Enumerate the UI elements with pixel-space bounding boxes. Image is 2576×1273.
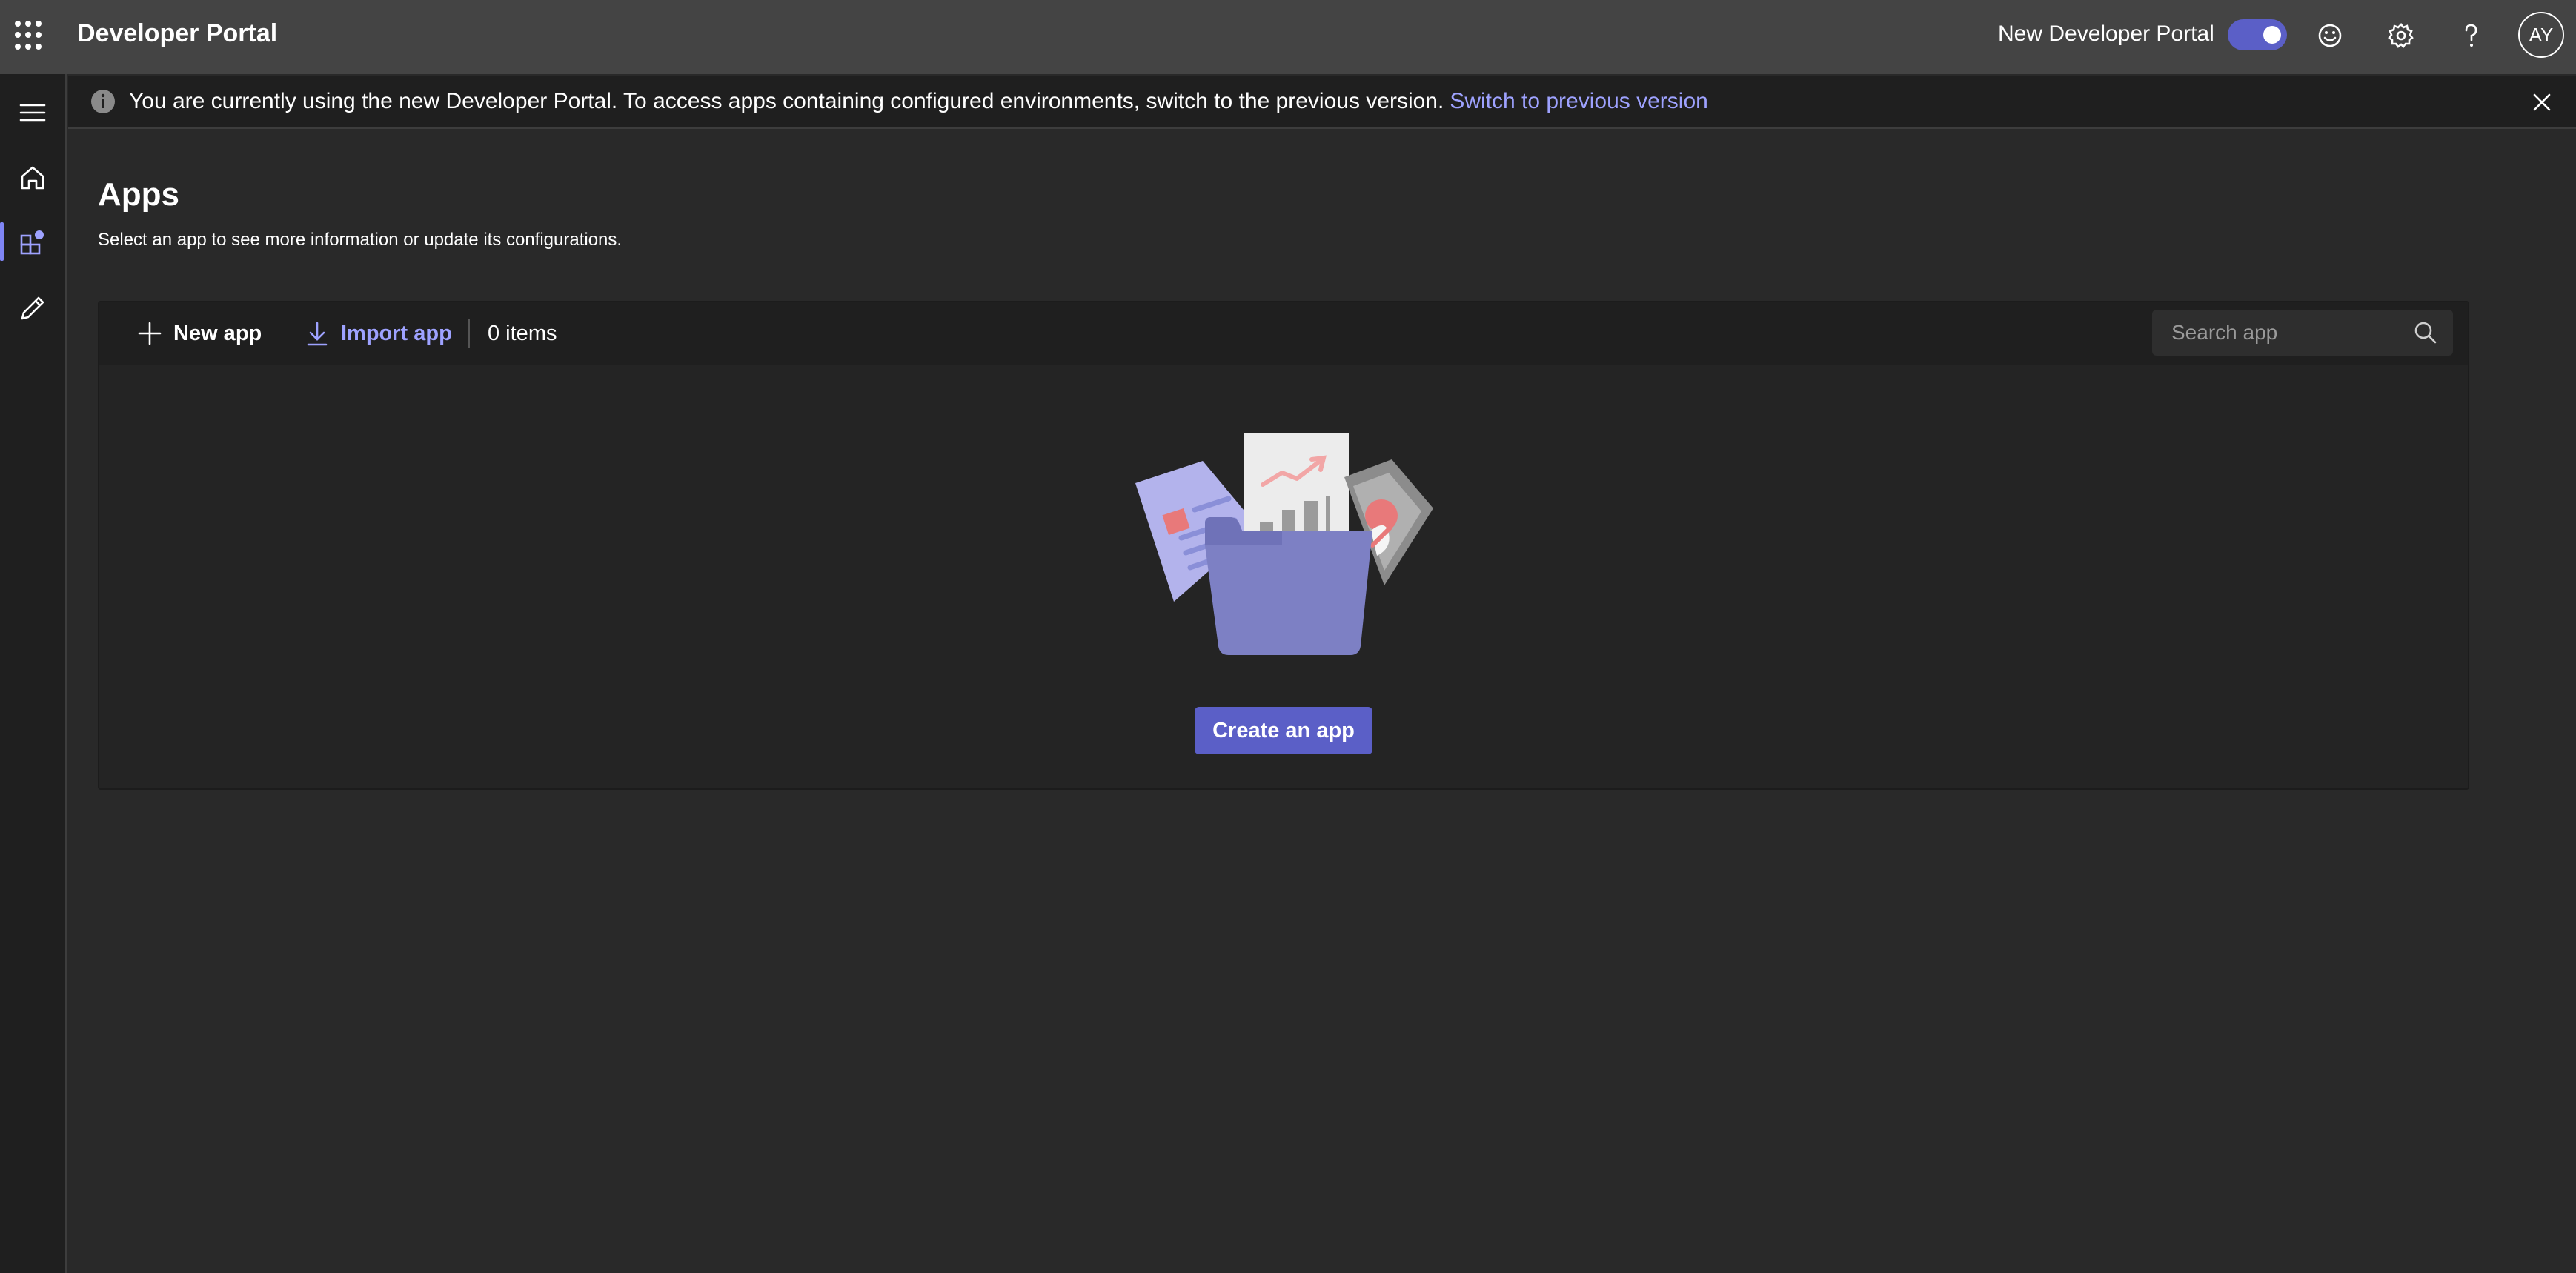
- apps-icon: [20, 230, 44, 255]
- rail-menu[interactable]: [0, 82, 65, 141]
- toggle-knob: [2263, 26, 2281, 44]
- new-portal-toggle-label: New Developer Portal: [1998, 21, 2214, 46]
- rail-item-apps[interactable]: [0, 212, 65, 271]
- new-portal-toggle[interactable]: [2228, 19, 2287, 50]
- banner-text: You are currently using the new Develope…: [129, 89, 1444, 113]
- banner-message: You are currently using the new Develope…: [129, 89, 1708, 114]
- create-app-button[interactable]: Create an app: [1195, 707, 1372, 754]
- new-app-label: New app: [173, 321, 262, 345]
- import-app-label: Import app: [341, 321, 452, 345]
- left-rail: [0, 74, 67, 1273]
- app-title: Developer Portal: [77, 19, 278, 47]
- page-subtitle: Select an app to see more information or…: [98, 230, 623, 250]
- plus-icon: [138, 322, 162, 345]
- home-icon: [21, 166, 44, 190]
- apps-toolbar: New app Import app 0 items: [99, 302, 2468, 365]
- search-box[interactable]: [2152, 310, 2453, 356]
- feedback-smiley-icon[interactable]: [2312, 18, 2348, 53]
- switch-version-link[interactable]: Switch to previous version: [1450, 89, 1708, 113]
- rail-item-home[interactable]: [0, 147, 65, 206]
- item-count: 0 items: [488, 322, 557, 345]
- import-app-button[interactable]: Import app: [304, 319, 452, 348]
- search-input[interactable]: [2152, 310, 2404, 356]
- info-banner: You are currently using the new Develope…: [68, 76, 2576, 129]
- pencil-icon: [21, 296, 44, 320]
- info-icon: [91, 90, 115, 113]
- close-icon[interactable]: [2529, 89, 2555, 116]
- apps-panel: New app Import app 0 items Search app Cr…: [98, 301, 2469, 790]
- new-app-button[interactable]: New app: [136, 319, 262, 348]
- help-question-icon[interactable]: [2453, 18, 2489, 53]
- top-header: Developer Portal New Developer Portal AY: [0, 0, 2576, 74]
- user-avatar[interactable]: AY: [2518, 12, 2564, 58]
- search-icon[interactable]: [2413, 320, 2438, 345]
- download-icon: [307, 322, 328, 346]
- toolbar-divider: [468, 319, 470, 348]
- app-launcher-icon[interactable]: [15, 21, 44, 50]
- page-title: Apps: [98, 176, 179, 213]
- rail-item-tools[interactable]: [0, 277, 65, 336]
- empty-folder-illustration: [1135, 433, 1433, 655]
- hamburger-icon: [19, 104, 46, 122]
- settings-gear-icon[interactable]: [2383, 18, 2419, 53]
